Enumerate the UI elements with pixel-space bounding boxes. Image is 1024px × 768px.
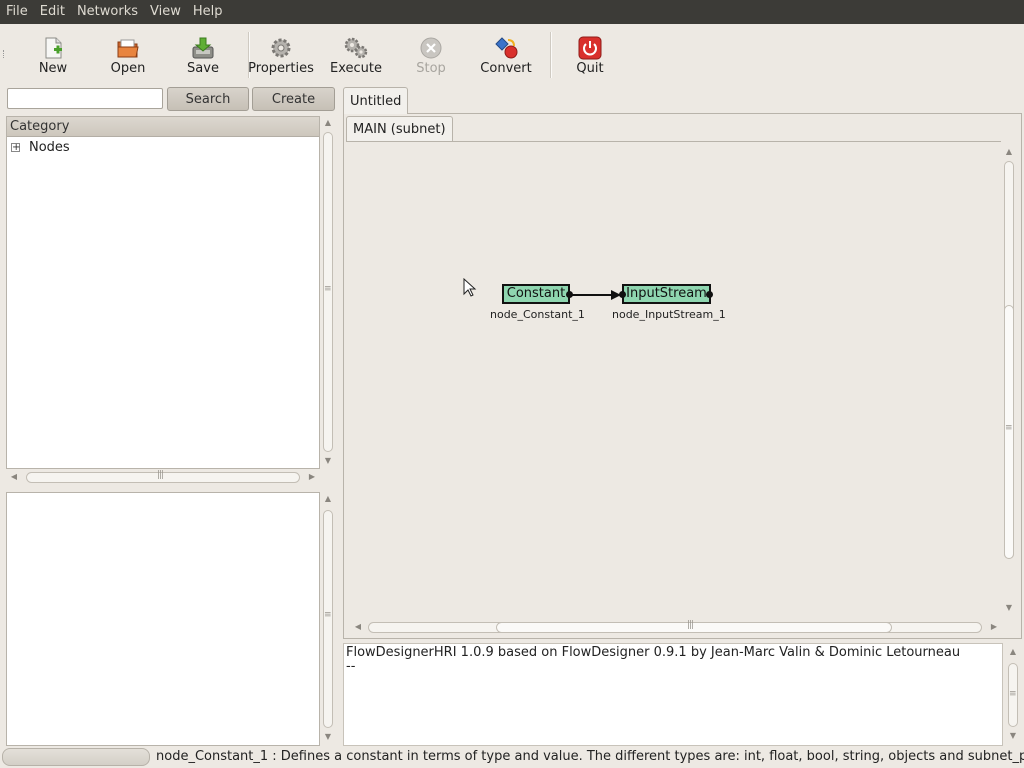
properties-label: Properties [248,61,314,76]
open-button[interactable]: Open [98,24,158,84]
node-name-inputstream: node_InputStream_1 [612,308,726,321]
execute-button[interactable]: Execute [312,24,400,84]
canvas-hscrollbar[interactable]: ◀ ||| ▶ [350,619,1001,635]
stop-button[interactable]: Stop [400,24,462,84]
log-line: -- [346,659,356,674]
log-vscrollbar[interactable]: ▲ ≡ ▼ [1005,645,1021,746]
scroll-up-arrow[interactable]: ▲ [320,118,336,127]
quit-label: Quit [576,61,604,76]
stop-label: Stop [416,61,446,76]
convert-icon [495,37,518,59]
execute-label: Execute [330,61,382,76]
input-port[interactable] [619,291,626,298]
new-file-icon [45,37,62,59]
description-vscrollbar[interactable]: ▲ ≡ ▼ [320,492,336,746]
menu-networks[interactable]: Networks [71,0,144,24]
message-log: FlowDesignerHRI 1.0.9 based on FlowDesig… [343,643,1003,746]
statusbar: node_Constant_1 : Defines a constant in … [0,747,1024,768]
category-hscrollbar[interactable]: ◀ ||| ▶ [6,469,320,485]
scroll-left-arrow[interactable]: ◀ [350,622,366,631]
open-label: Open [110,61,146,76]
mouse-pointer-icon [463,278,477,297]
save-icon [192,37,214,59]
gear-icon [271,38,291,58]
menu-view[interactable]: View [144,0,187,24]
properties-button[interactable]: Properties [248,24,314,84]
power-icon [578,36,602,60]
menu-file[interactable]: File [0,0,34,24]
category-tree[interactable]: Category + Nodes [6,116,320,469]
scroll-thumb[interactable] [496,622,892,633]
scroll-down-arrow[interactable]: ▼ [320,732,336,741]
log-line: FlowDesignerHRI 1.0.9 based on FlowDesig… [346,645,961,660]
tree-item-label: Nodes [29,139,70,155]
toolbar: New Open Save Properties Execute Stop Co… [0,24,1024,84]
node-inputstream[interactable]: InputStream [622,284,711,304]
status-text: node_Constant_1 : Defines a constant in … [156,749,1024,764]
output-port[interactable] [706,291,713,298]
save-label: Save [187,61,219,76]
new-button[interactable]: New [8,24,98,84]
save-button[interactable]: Save [158,24,248,84]
node-description-panel [6,492,320,746]
node-constant[interactable]: Constant [502,284,570,304]
link-arrow[interactable] [571,288,625,302]
quit-button[interactable]: Quit [552,24,628,84]
search-button[interactable]: Search [167,87,249,111]
network-canvas[interactable]: Constant node_Constant_1 InputStream nod… [346,141,1001,620]
category-column-header[interactable]: Category [7,117,319,137]
menubar: File Edit Networks View Help [0,0,1024,24]
menu-help[interactable]: Help [187,0,229,24]
status-progress-bar [2,748,150,766]
search-input[interactable] [7,88,163,109]
scroll-down-arrow[interactable]: ▼ [1005,731,1021,740]
scroll-down-arrow[interactable]: ▼ [1001,603,1017,612]
open-folder-icon [117,39,139,58]
tab-untitled[interactable]: Untitled [343,87,409,114]
convert-button[interactable]: Convert [462,24,550,84]
scroll-up-arrow[interactable]: ▲ [1005,647,1021,656]
scroll-right-arrow[interactable]: ▶ [986,622,1002,631]
convert-label: Convert [480,61,532,76]
canvas-vscrollbar[interactable]: ▲ ≡ ▼ [1001,145,1017,619]
tab-main-subnet[interactable]: MAIN (subnet) [346,116,453,142]
gears-icon [344,37,368,59]
expand-icon[interactable]: + [11,142,20,152]
scroll-right-arrow[interactable]: ▶ [304,472,320,481]
scroll-down-arrow[interactable]: ▼ [320,456,336,465]
toolbar-grip[interactable] [0,24,8,84]
stop-icon [420,37,442,59]
category-vscrollbar[interactable]: ▲ ≡ ▼ [320,116,336,469]
scroll-up-arrow[interactable]: ▲ [1001,147,1017,156]
scroll-up-arrow[interactable]: ▲ [320,494,336,503]
scroll-left-arrow[interactable]: ◀ [6,472,22,481]
menu-edit[interactable]: Edit [34,0,71,24]
node-name-constant: node_Constant_1 [490,308,585,321]
create-button[interactable]: Create [252,87,335,111]
tree-item-nodes[interactable]: + Nodes [7,137,319,157]
new-label: New [38,61,68,76]
